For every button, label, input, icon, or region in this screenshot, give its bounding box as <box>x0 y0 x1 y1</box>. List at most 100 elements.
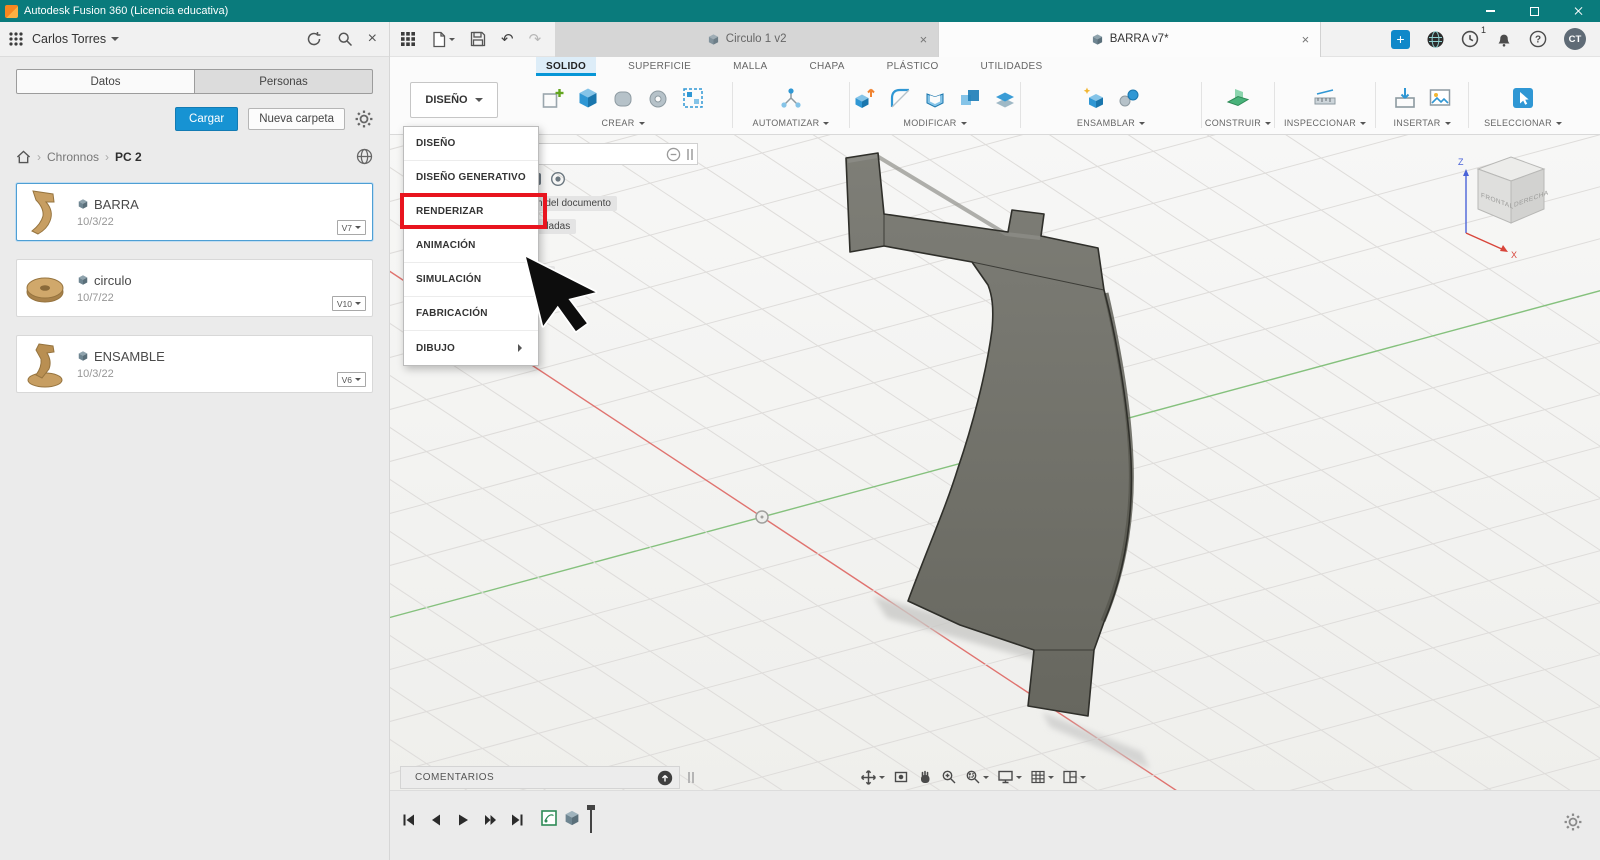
breadcrumb-root[interactable]: Chronnos <box>47 150 99 164</box>
canvas-image-icon[interactable] <box>1426 85 1453 112</box>
play-button[interactable] <box>454 811 472 829</box>
pattern-icon[interactable] <box>680 85 707 112</box>
version-badge[interactable]: V7 <box>336 220 366 235</box>
zoom-window-icon[interactable] <box>965 769 989 785</box>
press-pull-icon[interactable] <box>852 85 879 112</box>
viewports-layout-icon[interactable] <box>1062 769 1086 785</box>
group-label-insertar[interactable]: INSERTAR <box>1393 118 1451 128</box>
tab-personas[interactable]: Personas <box>194 70 372 93</box>
menu-item-simulacion[interactable]: SIMULACIÓN <box>404 263 538 297</box>
show-data-panel-grid-icon[interactable] <box>400 31 416 47</box>
apps-grid-icon[interactable] <box>8 31 24 47</box>
construction-plane-icon[interactable] <box>1225 85 1252 112</box>
offset-plane-icon[interactable] <box>992 85 1019 112</box>
display-settings-icon[interactable] <box>997 769 1022 785</box>
zoom-icon[interactable] <box>941 769 957 785</box>
group-label-seleccionar[interactable]: SELECCIONAR <box>1484 118 1562 128</box>
group-label-inspeccionar[interactable]: INSPECCIONAR <box>1284 118 1367 128</box>
project-card-barra[interactable]: BARRA 10/3/22 V7 <box>16 183 373 241</box>
sketch-feature-icon[interactable] <box>540 809 558 827</box>
measure-icon[interactable] <box>1312 85 1339 112</box>
ribbon-tab-solido[interactable]: SOLIDO <box>536 57 597 76</box>
notifications-bell-icon[interactable] <box>1496 31 1512 48</box>
tab-close-icon[interactable]: × <box>920 33 928 46</box>
look-at-icon[interactable] <box>893 769 909 785</box>
maximize-button[interactable] <box>1512 0 1556 22</box>
fillet-icon[interactable] <box>887 85 914 112</box>
origin-marker[interactable] <box>755 510 769 524</box>
minimize-button[interactable] <box>1468 0 1512 22</box>
project-card-circulo[interactable]: circulo 10/7/22 V10 <box>16 259 373 317</box>
go-to-start-button[interactable] <box>400 811 418 829</box>
user-menu[interactable]: Carlos Torres <box>32 32 120 46</box>
browser-row-saved-views[interactable]: dadas <box>537 219 577 234</box>
shell-icon[interactable] <box>922 85 949 112</box>
orbit-icon[interactable] <box>860 769 885 786</box>
drag-handle[interactable] <box>687 148 693 160</box>
undo-button[interactable]: ↶ <box>501 32 514 47</box>
project-card-ensamble[interactable]: ENSAMBLE 10/3/22 V6 <box>16 335 373 393</box>
sync-icon[interactable] <box>306 31 322 47</box>
ribbon-tab-utilidades[interactable]: UTILIDADES <box>971 57 1053 76</box>
step-forward-button[interactable] <box>481 811 499 829</box>
hole-torus-icon[interactable] <box>645 85 672 112</box>
create-sketch-icon[interactable] <box>540 85 567 112</box>
comments-drag-handle[interactable] <box>688 772 694 783</box>
comments-expand-icon[interactable] <box>657 770 673 786</box>
pan-hand-icon[interactable] <box>917 769 933 785</box>
ribbon-tab-malla[interactable]: MALLA <box>723 57 777 76</box>
browser-row-body[interactable]: po4 <box>542 289 571 304</box>
file-menu-button[interactable] <box>431 31 455 48</box>
menu-item-dibujo[interactable]: DIBUJO <box>404 331 538 365</box>
document-tab-barra[interactable]: BARRA v7* × <box>938 21 1322 57</box>
browser-search-bar[interactable] <box>528 143 698 165</box>
job-status-icon[interactable] <box>1427 30 1444 48</box>
globe-icon[interactable] <box>356 148 373 165</box>
version-badge[interactable]: V6 <box>336 372 366 387</box>
browser-radio-toggle-icon[interactable] <box>550 171 566 187</box>
redo-button[interactable]: ↷ <box>529 32 542 47</box>
tab-datos[interactable]: Datos <box>17 70 194 93</box>
timeline-settings-gear-icon[interactable] <box>1564 813 1582 831</box>
automate-icon[interactable] <box>778 85 805 112</box>
tab-close-icon[interactable]: × <box>1302 33 1310 46</box>
close-window-button[interactable] <box>1556 0 1600 22</box>
version-history-clock-icon[interactable]: 1 <box>1461 25 1486 48</box>
group-label-modificar[interactable]: MODIFICAR <box>903 118 967 128</box>
extrude-feature-icon[interactable] <box>563 809 581 827</box>
version-badge[interactable]: V10 <box>331 296 366 311</box>
step-back-button[interactable] <box>427 811 445 829</box>
new-component-icon[interactable] <box>1080 85 1107 112</box>
group-label-automatizar[interactable]: AUTOMATIZAR <box>753 118 830 128</box>
sweep-icon[interactable] <box>610 85 637 112</box>
menu-item-animacion[interactable]: ANIMACIÓN <box>404 229 538 263</box>
viewcube[interactable]: Z X FRONTAL DERECHA <box>1448 147 1572 265</box>
browser-row-origin[interactable]: s <box>538 266 555 281</box>
menu-item-diseno-generativo[interactable]: DISEÑO GENERATIVO <box>404 161 538 195</box>
collapse-minus-icon[interactable] <box>666 147 681 162</box>
group-label-crear[interactable]: CREAR <box>601 118 645 128</box>
select-tool-icon[interactable] <box>1510 85 1537 112</box>
group-label-ensamblar[interactable]: ENSAMBLAR <box>1077 118 1146 128</box>
document-tab-circulo[interactable]: Circulo 1 v2 × <box>555 21 939 57</box>
new-tab-button[interactable]: + <box>1391 29 1410 49</box>
panel-settings-gear-icon[interactable] <box>355 110 373 128</box>
browser-row-document-settings[interactable]: n del documento <box>531 196 617 211</box>
insert-icon[interactable] <box>1391 85 1418 112</box>
joint-icon[interactable] <box>1115 85 1142 112</box>
ribbon-tab-superficie[interactable]: SUPERFICIE <box>618 57 701 76</box>
ribbon-tab-plastico[interactable]: PLÁSTICO <box>877 57 949 76</box>
grid-settings-icon[interactable] <box>1030 769 1054 785</box>
search-icon[interactable] <box>337 31 353 47</box>
group-label-construir[interactable]: CONSTRUIR <box>1205 118 1272 128</box>
go-to-end-button[interactable] <box>508 811 526 829</box>
home-icon[interactable] <box>16 149 31 164</box>
help-icon[interactable]: ? <box>1529 30 1547 48</box>
upload-button[interactable]: Cargar <box>175 107 239 131</box>
workspace-switcher-button[interactable]: DISEÑO <box>410 82 498 118</box>
panel-close-button[interactable]: × <box>368 31 377 47</box>
model-part[interactable] <box>845 152 1134 717</box>
menu-item-renderizar[interactable]: RENDERIZAR <box>404 195 538 229</box>
combine-icon[interactable] <box>957 85 984 112</box>
comments-bar[interactable]: COMENTARIOS <box>400 766 680 789</box>
